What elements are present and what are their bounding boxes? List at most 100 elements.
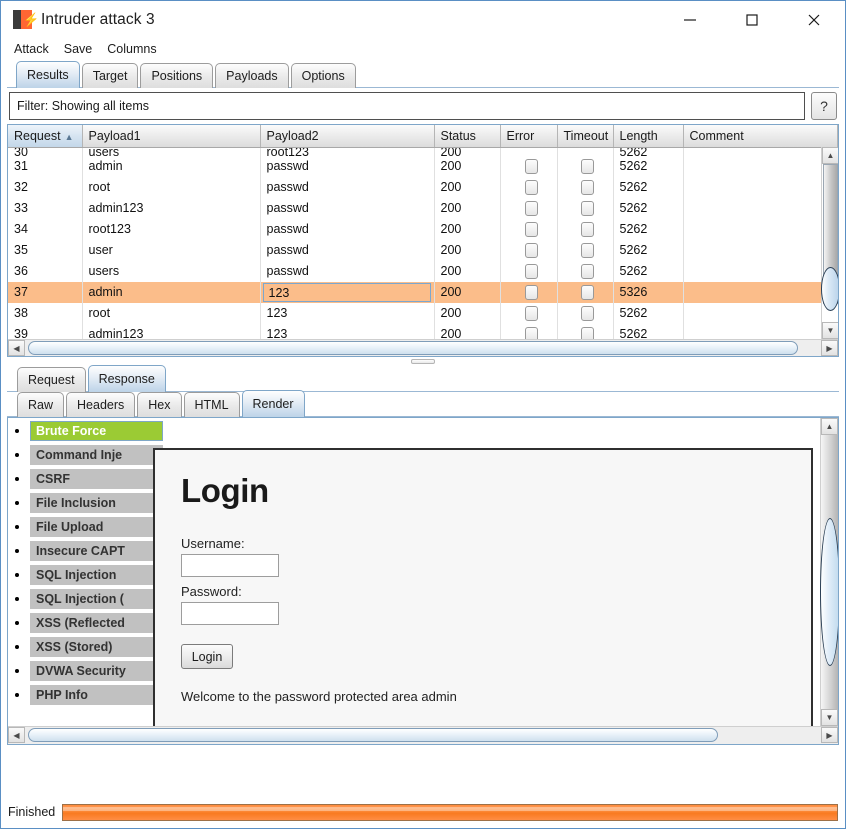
- filter-bar[interactable]: Filter: Showing all items: [9, 92, 805, 120]
- cell-payload1[interactable]: admin: [82, 281, 261, 303]
- checkbox[interactable]: [524, 263, 538, 279]
- cell-comment[interactable]: [683, 176, 838, 198]
- scroll-down-icon[interactable]: ▼: [822, 322, 838, 339]
- cell-payload2[interactable]: 123: [260, 281, 435, 303]
- scroll-up-icon[interactable]: ▲: [822, 147, 838, 164]
- cell-timeout-checkbox[interactable]: [557, 239, 614, 261]
- cell-request[interactable]: 32: [8, 176, 83, 198]
- cell-timeout-checkbox[interactable]: [557, 260, 614, 282]
- cell-comment[interactable]: [683, 147, 838, 156]
- render-vertical-scrollbar[interactable]: ▲ ▼: [820, 418, 838, 726]
- checkbox[interactable]: [524, 158, 538, 174]
- cell-status[interactable]: 200: [434, 260, 501, 282]
- render-scroll-down-icon[interactable]: ▼: [821, 709, 838, 726]
- results-hscroll-thumb[interactable]: [28, 341, 798, 355]
- table-row[interactable]: 35 user passwd 200 5262: [8, 239, 838, 261]
- dvwa-nav-item[interactable]: Command Inje: [30, 445, 163, 465]
- cell-length[interactable]: 5262: [613, 197, 684, 219]
- dvwa-nav-item[interactable]: PHP Info: [30, 685, 163, 705]
- cell-payload2[interactable]: root123: [260, 147, 435, 156]
- tab-request[interactable]: Request: [17, 367, 86, 392]
- dvwa-nav-item[interactable]: Brute Force: [30, 421, 163, 441]
- cell-payload1[interactable]: root: [82, 176, 261, 198]
- column-header-length[interactable]: Length: [613, 125, 684, 148]
- cell-payload2[interactable]: 123: [260, 302, 435, 324]
- cell-comment[interactable]: [683, 197, 838, 219]
- render-scroll-right-icon[interactable]: ▶: [821, 727, 838, 743]
- cell-status[interactable]: 200: [434, 218, 501, 240]
- cell-length[interactable]: 5262: [613, 239, 684, 261]
- cell-status[interactable]: 200: [434, 197, 501, 219]
- cell-request[interactable]: 30: [8, 147, 83, 156]
- column-header-request[interactable]: Request ▲: [8, 125, 83, 148]
- column-header-payload1[interactable]: Payload1: [82, 125, 261, 148]
- cell-payload2[interactable]: passwd: [260, 260, 435, 282]
- username-field[interactable]: [181, 554, 279, 577]
- checkbox[interactable]: [581, 242, 594, 258]
- dvwa-nav-item[interactable]: CSRF: [30, 469, 163, 489]
- cell-error-checkbox[interactable]: [500, 218, 558, 240]
- cell-request[interactable]: 36: [8, 260, 83, 282]
- dvwa-nav-item[interactable]: SQL Injection: [30, 565, 163, 585]
- dvwa-nav-item[interactable]: XSS (Reflected: [30, 613, 163, 633]
- cell-comment[interactable]: [683, 155, 838, 177]
- splitter-grip[interactable]: [411, 359, 435, 364]
- cell-status[interactable]: 200: [434, 302, 501, 324]
- dvwa-nav-item[interactable]: File Upload: [30, 517, 163, 537]
- menu-item-columns[interactable]: Columns: [107, 42, 156, 56]
- cell-error-checkbox[interactable]: [500, 239, 558, 261]
- column-header-comment[interactable]: Comment: [683, 125, 838, 148]
- table-row[interactable]: 31 admin passwd 200 5262: [8, 155, 838, 177]
- password-field[interactable]: [181, 602, 279, 625]
- cell-length[interactable]: 5262: [613, 260, 684, 282]
- cell-payload2[interactable]: passwd: [260, 218, 435, 240]
- cell-editor[interactable]: 123: [262, 282, 431, 302]
- checkbox[interactable]: [581, 158, 594, 174]
- render-scroll-up-icon[interactable]: ▲: [821, 418, 838, 435]
- cell-request[interactable]: 35: [8, 239, 83, 261]
- cell-status[interactable]: 200: [434, 176, 501, 198]
- checkbox[interactable]: [581, 221, 594, 237]
- help-icon[interactable]: ?: [811, 92, 837, 120]
- checkbox[interactable]: [581, 284, 594, 300]
- column-header-timeout[interactable]: Timeout: [557, 125, 614, 148]
- cell-error-checkbox[interactable]: [500, 302, 558, 324]
- checkbox[interactable]: [581, 305, 594, 321]
- cell-payload1[interactable]: users: [82, 260, 261, 282]
- cell-status[interactable]: 200: [434, 239, 501, 261]
- tab-raw[interactable]: Raw: [17, 392, 65, 417]
- tab-results[interactable]: Results: [16, 61, 80, 88]
- cell-timeout-checkbox[interactable]: [557, 155, 614, 177]
- tab-render[interactable]: Render: [241, 390, 305, 417]
- cell-payload2[interactable]: passwd: [260, 197, 435, 219]
- table-row[interactable]: 36 users passwd 200 5262: [8, 260, 838, 282]
- checkbox[interactable]: [524, 221, 538, 237]
- cell-request[interactable]: 34: [8, 218, 83, 240]
- tab-headers[interactable]: Headers: [66, 392, 136, 417]
- scroll-left-icon[interactable]: ◀: [8, 340, 25, 356]
- render-hscroll-thumb[interactable]: [28, 728, 718, 742]
- minimize-icon[interactable]: [659, 1, 721, 38]
- maximize-icon[interactable]: [721, 1, 783, 38]
- table-row[interactable]: 33 admin123 passwd 200 5262: [8, 197, 838, 219]
- cell-error-checkbox[interactable]: [500, 281, 558, 303]
- results-vertical-scrollbar[interactable]: ▲ ▼: [821, 147, 838, 339]
- cell-length[interactable]: 5262: [613, 176, 684, 198]
- cell-payload2[interactable]: passwd: [260, 155, 435, 177]
- cell-payload1[interactable]: root123: [82, 218, 261, 240]
- dvwa-nav-item[interactable]: DVWA Security: [30, 661, 163, 681]
- cell-payload1[interactable]: admin123: [82, 197, 261, 219]
- dvwa-nav-item[interactable]: Insecure CAPT: [30, 541, 163, 561]
- cell-error-checkbox[interactable]: [500, 197, 558, 219]
- cell-error-checkbox[interactable]: [500, 176, 558, 198]
- scroll-right-icon[interactable]: ▶: [821, 340, 838, 356]
- cell-payload2[interactable]: passwd: [260, 176, 435, 198]
- tab-hex[interactable]: Hex: [137, 392, 182, 417]
- cell-timeout-checkbox[interactable]: [557, 302, 614, 324]
- cell-error-checkbox[interactable]: [500, 147, 558, 156]
- checkbox[interactable]: [581, 200, 594, 216]
- table-row[interactable]: 37 admin 123 200 5326: [8, 281, 838, 303]
- cell-comment[interactable]: [683, 260, 838, 282]
- cell-length[interactable]: 5262: [613, 218, 684, 240]
- checkbox[interactable]: [524, 242, 538, 258]
